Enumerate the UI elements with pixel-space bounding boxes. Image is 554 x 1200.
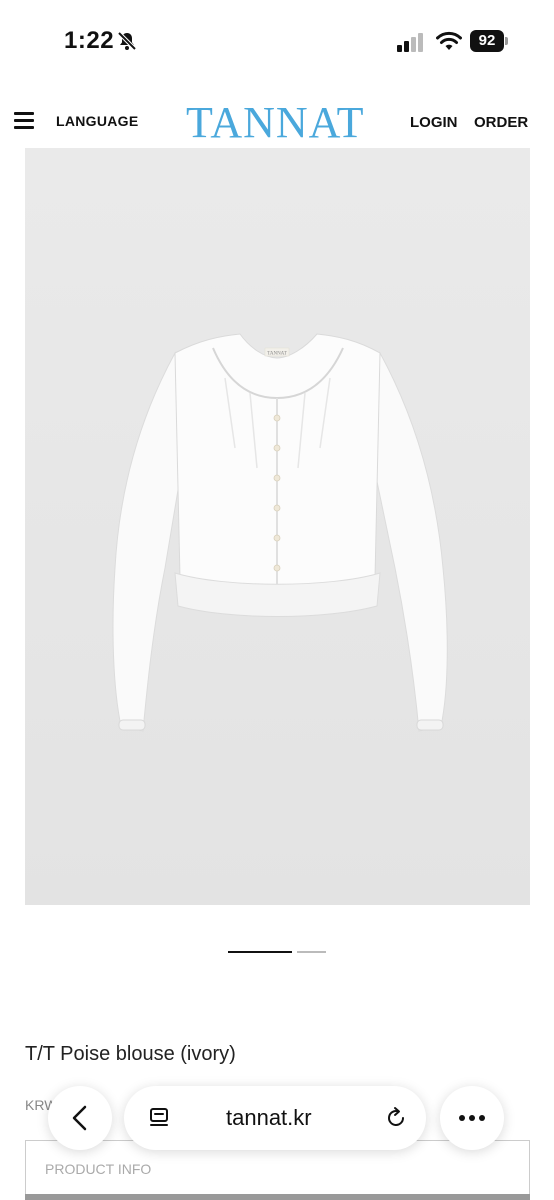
signal-icon bbox=[397, 33, 423, 52]
battery-level: 92 bbox=[470, 30, 504, 52]
language-link[interactable]: LANGUAGE bbox=[56, 113, 139, 129]
back-chevron-icon bbox=[72, 1105, 87, 1131]
login-link[interactable]: LOGIN bbox=[410, 114, 458, 131]
battery-icon: 92 bbox=[470, 30, 510, 52]
bell-slash-icon bbox=[117, 31, 137, 51]
pager-dot-active[interactable] bbox=[228, 951, 292, 953]
pager-dot[interactable] bbox=[297, 951, 326, 953]
battery-tip bbox=[505, 37, 508, 45]
product-info-label: PRODUCT INFO bbox=[45, 1161, 152, 1177]
site-header: LANGUAGE TANNAT LOGIN ORDER bbox=[0, 95, 554, 150]
site-logo[interactable]: TANNAT bbox=[186, 98, 364, 148]
back-button[interactable] bbox=[48, 1086, 112, 1150]
address-bar[interactable]: tannat.kr bbox=[124, 1086, 426, 1150]
status-bar: 1:22 92 bbox=[0, 0, 554, 80]
product-image[interactable]: TANNAT bbox=[25, 148, 530, 905]
bottom-bar-edge bbox=[25, 1194, 530, 1200]
garment-label-text: TANNAT bbox=[267, 352, 287, 357]
more-options-button[interactable] bbox=[440, 1086, 504, 1150]
more-dots-icon bbox=[459, 1115, 485, 1121]
url-text[interactable]: tannat.kr bbox=[226, 1105, 312, 1131]
blouse-illustration: TANNAT bbox=[25, 148, 530, 905]
reload-icon[interactable] bbox=[384, 1106, 408, 1130]
wifi-icon bbox=[436, 31, 462, 50]
status-time: 1:22 bbox=[64, 27, 115, 54]
order-link[interactable]: ORDER bbox=[474, 114, 528, 131]
hamburger-menu-icon[interactable] bbox=[14, 112, 34, 130]
tabs-icon[interactable] bbox=[148, 1106, 172, 1130]
product-title: T/T Poise blouse (ivory) bbox=[25, 1043, 236, 1065]
